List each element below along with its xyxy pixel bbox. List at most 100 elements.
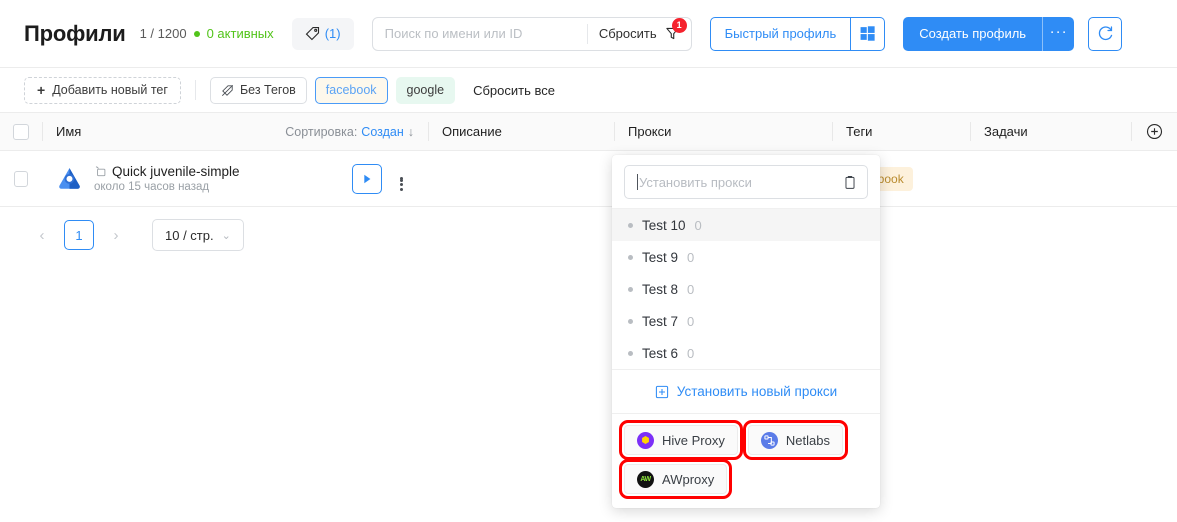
proxy-item-label: Test 10 — [642, 217, 686, 233]
proxy-item-test-6[interactable]: Test 6 0 — [612, 337, 880, 369]
search-input[interactable]: Поиск по имени или ID — [373, 26, 587, 41]
active-count: 0 активных — [206, 26, 274, 41]
chevron-down-icon: ⌄ — [221, 229, 231, 242]
row-checkbox[interactable] — [14, 170, 28, 187]
windows-icon — [860, 26, 875, 41]
provider-label: AWproxy — [662, 471, 715, 487]
row-select-cell — [0, 151, 42, 206]
proxy-search-placeholder: Установить прокси — [639, 174, 752, 190]
plus-icon: + — [37, 82, 46, 98]
provider-awproxy[interactable]: AW AWproxy — [618, 459, 733, 499]
run-profile-button[interactable] — [352, 163, 382, 194]
browser-profile-icon — [56, 165, 83, 192]
chip-label: facebook — [325, 83, 377, 97]
column-proxy-label: Прокси — [628, 124, 672, 139]
page-size-value: 10 / стр. — [165, 227, 214, 243]
proxy-search-input[interactable]: Установить прокси — [624, 165, 868, 199]
proxy-item-label: Test 7 — [642, 313, 679, 329]
chip-facebook[interactable]: facebook — [314, 76, 388, 104]
quick-profile-group: Быстрый профиль — [709, 16, 886, 51]
provider-hive-proxy[interactable]: Hive Proxy — [619, 420, 743, 460]
proxy-search-area: Установить прокси — [612, 155, 880, 208]
proxy-item-test-7[interactable]: Test 7 0 — [612, 305, 880, 337]
column-name: Имя Сортировка: Создан ↓ — [42, 113, 428, 150]
status-dot-icon — [628, 254, 633, 260]
create-profile-more-button[interactable]: ··· — [1042, 16, 1075, 51]
row-name-cell: Quick juvenile-simple около 15 часов наз… — [42, 151, 428, 206]
windows-os-button[interactable] — [851, 16, 886, 51]
page-size-select[interactable]: 10 / стр. ⌄ — [152, 219, 244, 251]
netlabs-icon — [760, 431, 778, 449]
profile-name-line: Quick juvenile-simple — [94, 164, 240, 179]
sort-prefix: Сортировка: — [285, 124, 358, 139]
add-new-tag-label: Добавить новый тег — [52, 83, 168, 97]
active-status-dot — [193, 30, 200, 37]
select-all-checkbox[interactable] — [13, 123, 29, 140]
profile-name: Quick juvenile-simple — [112, 164, 240, 179]
profile-text: Quick juvenile-simple около 15 часов наз… — [94, 164, 240, 193]
refresh-button[interactable] — [1088, 16, 1123, 51]
provider-label: Hive Proxy — [662, 432, 725, 448]
proxy-item-label: Test 8 — [642, 281, 679, 297]
table-row[interactable]: Quick juvenile-simple около 15 часов наз… — [0, 151, 1177, 207]
column-tasks-label: Задачи — [984, 124, 1028, 139]
chip-label: Без Тегов — [239, 83, 296, 97]
pagination: ‹ 1 › 10 / стр. ⌄ — [0, 207, 1177, 263]
pagination-prev-button[interactable]: ‹ — [30, 221, 54, 249]
filter-funnel-button[interactable]: 1 — [665, 18, 691, 41]
proxy-providers: Hive Proxy Netlabs AW AWproxy — [612, 413, 880, 508]
proxy-item-test-9[interactable]: Test 9 0 — [612, 241, 880, 273]
page-title: Профили — [24, 20, 126, 46]
row-more-menu-button[interactable] — [388, 164, 414, 194]
proxy-item-label: Test 9 — [642, 249, 679, 265]
proxy-item-count: 0 — [687, 249, 695, 265]
awproxy-icon: AW — [637, 470, 654, 488]
column-description: Описание — [428, 113, 614, 150]
column-tasks: Задачи — [970, 113, 1131, 150]
chip-google[interactable]: google — [395, 76, 456, 104]
column-tags-label: Теги — [846, 124, 873, 139]
text-caret — [637, 174, 638, 190]
add-new-proxy-button[interactable]: Установить новый прокси — [612, 369, 880, 413]
table-header: Имя Сортировка: Создан ↓ Описание Прокси… — [0, 113, 1177, 151]
proxy-item-test-8[interactable]: Test 8 0 — [612, 273, 880, 305]
add-new-proxy-label: Установить новый прокси — [676, 384, 838, 399]
create-profile-button[interactable]: Создать профиль — [903, 16, 1043, 51]
reset-filters-button[interactable]: Сбросить — [588, 26, 665, 41]
play-icon — [361, 173, 373, 185]
proxy-item-label: Test 6 — [642, 345, 679, 361]
chip-label: google — [406, 83, 445, 97]
proxy-item-count: 0 — [687, 281, 695, 297]
reset-all-button[interactable]: Сбросить все — [473, 83, 555, 98]
row-tasks-cell — [970, 151, 1131, 206]
pagination-page-1[interactable]: 1 — [64, 220, 94, 250]
select-all-cell — [0, 113, 42, 150]
profile-platform-icon — [94, 165, 107, 178]
provider-label: Netlabs — [785, 432, 830, 448]
proxy-item-count: 0 — [687, 345, 695, 361]
no-tag-icon — [221, 84, 234, 97]
proxy-item-test-10[interactable]: Test 10 0 — [612, 209, 880, 241]
proxy-item-count: 0 — [694, 217, 702, 233]
row-description-cell — [428, 151, 614, 206]
row-end-cell — [1131, 151, 1177, 206]
page-header: Профили 1 / 1200 0 активных (1) Поиск по… — [0, 0, 1177, 68]
tag-filter-button[interactable]: (1) — [291, 17, 354, 50]
profile-timestamp: около 15 часов назад — [94, 181, 210, 193]
search-box[interactable]: Поиск по имени или ID Сбросить 1 — [371, 16, 692, 51]
provider-netlabs[interactable]: Netlabs — [742, 420, 848, 460]
tagbar-divider — [194, 80, 196, 100]
sort-control[interactable]: Сортировка: Создан ↓ — [285, 125, 414, 139]
tag-filter-bar: + Добавить новый тег Без Тегов facebook … — [0, 68, 1177, 113]
add-new-tag-button[interactable]: + Добавить новый тег — [24, 76, 181, 104]
paste-clipboard-icon[interactable] — [843, 175, 857, 190]
proxy-dropdown[interactable]: Установить прокси Test 10 0 Test 9 0 Tes… — [612, 155, 880, 508]
quick-profile-button[interactable]: Быстрый профиль — [709, 16, 852, 51]
pagination-next-button[interactable]: › — [104, 221, 128, 249]
column-name-label: Имя — [56, 124, 82, 139]
add-column-button[interactable] — [1131, 113, 1177, 150]
status-dot-icon — [628, 318, 633, 324]
tag-icon — [305, 26, 320, 41]
tag-filter-count: (1) — [324, 26, 341, 41]
chip-no-tags[interactable]: Без Тегов — [209, 76, 307, 104]
